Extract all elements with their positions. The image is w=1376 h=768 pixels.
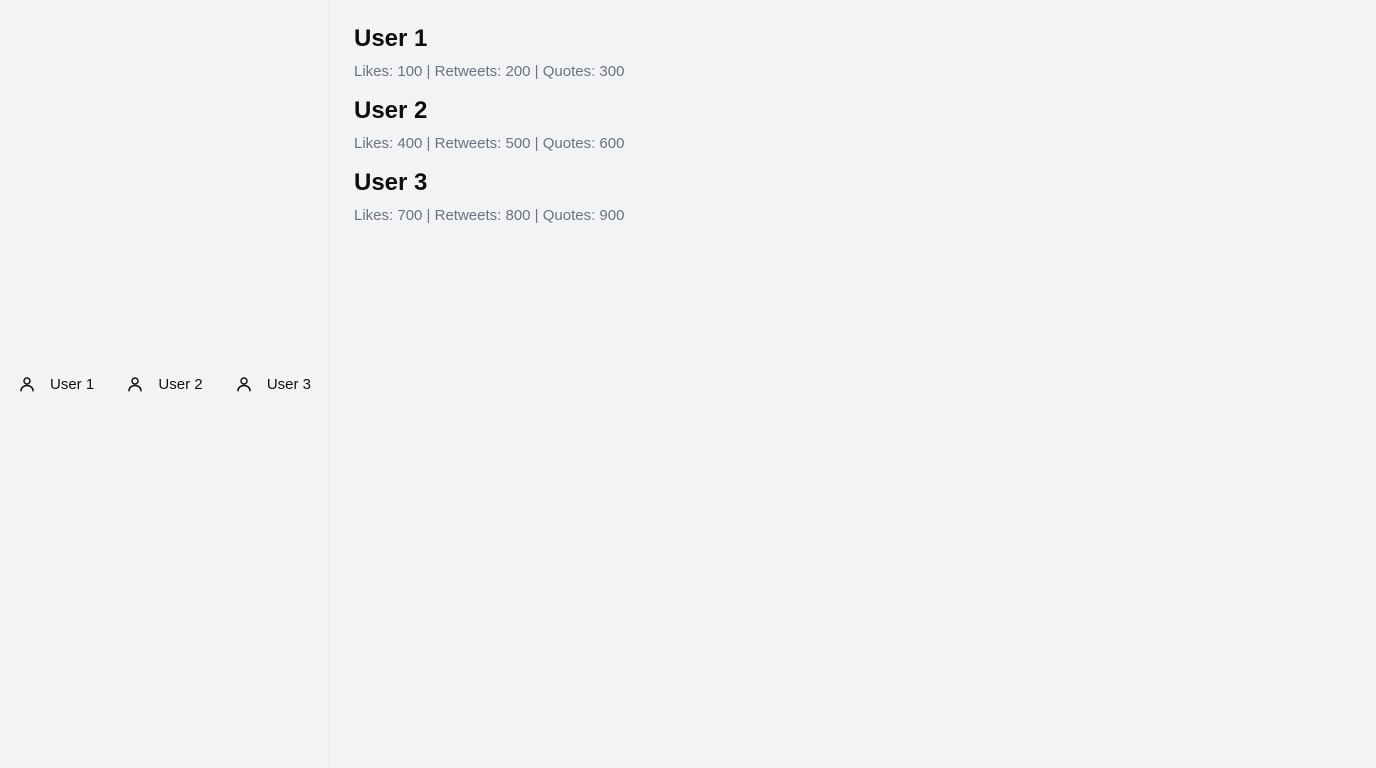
sidebar-item-label: User 1 <box>50 375 95 393</box>
main-content: User 1 Likes: 100 | Retweets: 200 | Quot… <box>330 0 1376 768</box>
sidebar-item-user-3[interactable]: User 3 <box>233 371 313 397</box>
user-card: User 2 Likes: 400 | Retweets: 500 | Quot… <box>354 96 1352 154</box>
sidebar: User 1 User 2 User 3 <box>0 0 330 768</box>
user-name-heading: User 3 <box>354 169 428 196</box>
sidebar-item-user-2[interactable]: User 2 <box>124 371 204 397</box>
user-name-heading: User 2 <box>354 97 428 124</box>
sidebar-item-label: User 3 <box>266 375 311 393</box>
user-stats: Likes: 100 | Retweets: 200 | Quotes: 300 <box>354 63 625 80</box>
user-stats: Likes: 400 | Retweets: 500 | Quotes: 600 <box>354 135 625 152</box>
app-root: User 1 User 2 User 3 User 1 Likes: 100 |… <box>0 0 1376 768</box>
sidebar-item-user-1[interactable]: User 1 <box>16 371 96 397</box>
user-card: User 1 Likes: 100 | Retweets: 200 | Quot… <box>354 24 1352 82</box>
user-card: User 3 Likes: 700 | Retweets: 800 | Quot… <box>354 168 1352 226</box>
user-stats: Likes: 700 | Retweets: 800 | Quotes: 900 <box>354 207 625 224</box>
user-icon <box>126 375 144 393</box>
user-icon <box>235 375 253 393</box>
user-icon <box>18 375 36 393</box>
user-name-heading: User 1 <box>354 25 428 52</box>
sidebar-item-label: User 2 <box>158 375 203 393</box>
